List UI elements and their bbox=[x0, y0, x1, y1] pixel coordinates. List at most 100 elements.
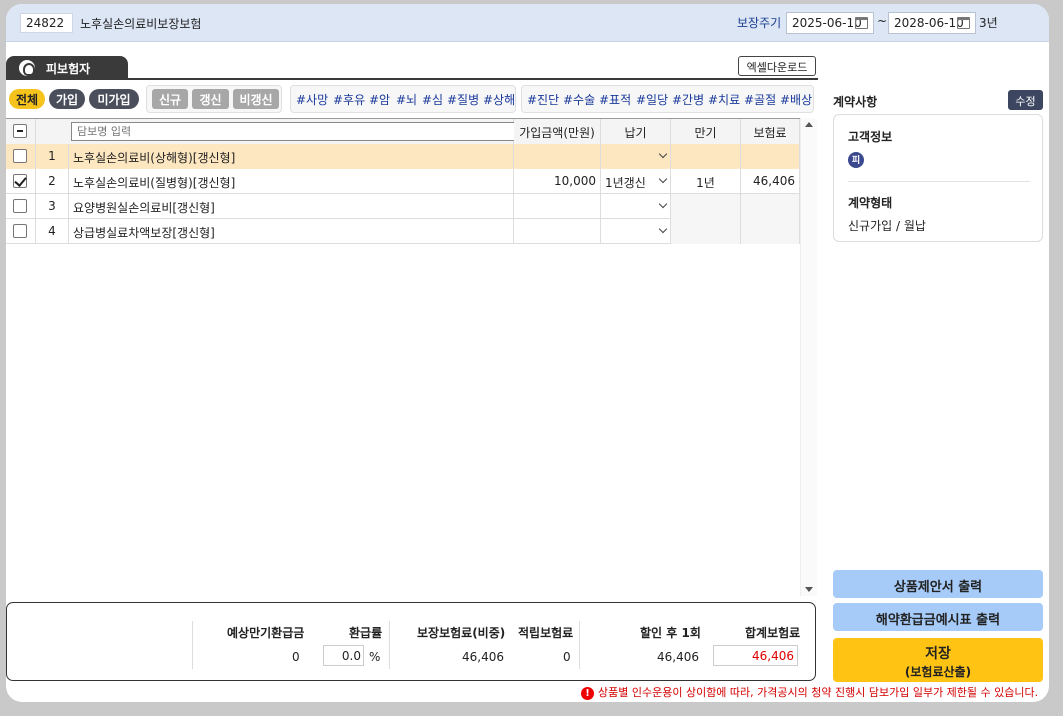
filter-nonrenew-button[interactable]: 비갱신 bbox=[233, 89, 279, 109]
refund-rate-field[interactable]: 0.0 bbox=[323, 645, 364, 666]
row-checkbox[interactable] bbox=[13, 224, 27, 238]
refund-table-print-button[interactable]: 해약환급금예시표 출력 bbox=[833, 603, 1043, 631]
excel-download-button[interactable]: 엑셀다운로드 bbox=[738, 56, 816, 76]
divider bbox=[389, 621, 390, 669]
amount-field[interactable] bbox=[514, 194, 601, 219]
premium-value bbox=[741, 144, 800, 169]
filter-joined-pill[interactable]: 가입 bbox=[49, 89, 85, 109]
savings-premium-label: 적립보험료 bbox=[518, 626, 574, 640]
chevron-down-icon[interactable] bbox=[658, 199, 668, 209]
proposal-print-button[interactable]: 상품제안서 출력 bbox=[833, 570, 1043, 598]
filter-all-pill[interactable]: 전체 bbox=[9, 89, 45, 109]
term-select[interactable] bbox=[601, 219, 671, 244]
chevron-down-icon[interactable] bbox=[658, 149, 668, 159]
coverage-period-label: 보장주기 bbox=[737, 16, 782, 30]
coverage-premium-value: 46,406 bbox=[462, 650, 504, 664]
coverage-name: 노후실손의료비(상해형)[갱신형] bbox=[69, 144, 514, 169]
tab-underline bbox=[6, 78, 818, 80]
calendar-icon[interactable] bbox=[855, 17, 868, 29]
coverage-name: 노후실손의료비(질병형)[갱신형] bbox=[69, 169, 514, 194]
maturity-value: 1년 bbox=[671, 169, 741, 194]
term-select[interactable] bbox=[601, 144, 671, 169]
scroll-up-icon[interactable] bbox=[805, 122, 813, 127]
refund-rate-label: 환급률 bbox=[349, 626, 383, 640]
table-row[interactable]: 2 노후실손의료비(질병형)[갱신형] 10,000 1년갱신 1년 46,40… bbox=[6, 169, 800, 194]
expected-refund-value: 0 bbox=[292, 650, 300, 664]
filter-renew-button[interactable]: 갱신 bbox=[192, 89, 229, 109]
save-button-sublabel: (보험료산출) bbox=[904, 665, 972, 679]
tag-death[interactable]: #사망 bbox=[296, 91, 328, 108]
tag-liability[interactable]: #배상 bbox=[780, 91, 812, 108]
divider bbox=[192, 621, 193, 669]
alert-icon: ! bbox=[581, 687, 594, 700]
savings-premium-value: 0 bbox=[563, 650, 571, 664]
date-separator: ~ bbox=[877, 14, 888, 28]
discount-first-value: 46,406 bbox=[657, 650, 699, 664]
product-code-field[interactable]: 24822 bbox=[20, 13, 73, 33]
tag-targeted[interactable]: #표적 bbox=[599, 91, 631, 108]
edit-button[interactable]: 수정 bbox=[1008, 90, 1043, 110]
coverage-name: 요양병원실손의료비[갱신형] bbox=[69, 194, 514, 219]
table-header-row: 가입금액(만원) 납기 만기 보험료 bbox=[6, 119, 800, 144]
row-checkbox[interactable] bbox=[13, 149, 27, 163]
term-select[interactable] bbox=[601, 194, 671, 219]
tag-injury[interactable]: #상해 bbox=[483, 91, 515, 108]
amount-field[interactable] bbox=[514, 219, 601, 244]
row-checkbox[interactable] bbox=[13, 174, 27, 188]
save-button[interactable]: 저장 (보험료산출) bbox=[833, 638, 1043, 682]
filter-not-joined-pill[interactable]: 미가입 bbox=[89, 89, 139, 109]
col-term: 납기 bbox=[601, 119, 671, 144]
start-date-field[interactable]: 2025-06-10 bbox=[786, 12, 874, 34]
col-amount: 가입금액(만원) bbox=[514, 119, 601, 144]
tag-daily[interactable]: #일당 bbox=[636, 91, 668, 108]
row-checkbox[interactable] bbox=[13, 199, 27, 213]
tag-heart[interactable]: #심 bbox=[422, 91, 443, 108]
premium-value bbox=[741, 194, 800, 219]
tab-insured[interactable]: 피보험자 bbox=[6, 56, 128, 79]
end-date-value: 2028-06-10 bbox=[894, 16, 964, 30]
customer-info-label: 고객정보 bbox=[848, 130, 893, 144]
tag-brain[interactable]: #뇌 bbox=[396, 91, 417, 108]
coverage-premium-label: 보장보험료(비중) bbox=[417, 626, 506, 640]
term-select[interactable]: 1년갱신 bbox=[601, 169, 671, 194]
divider bbox=[579, 621, 580, 669]
tag-surgery[interactable]: #수술 bbox=[563, 91, 595, 108]
row-number: 3 bbox=[36, 194, 69, 219]
tag-treatment[interactable]: #치료 bbox=[708, 91, 740, 108]
search-cell bbox=[36, 119, 538, 144]
end-date-field[interactable]: 2028-06-10 bbox=[888, 12, 976, 34]
divider bbox=[848, 181, 1030, 182]
select-all-checkbox[interactable] bbox=[13, 124, 27, 138]
table-row[interactable]: 4 상급병실료차액보장[갱신형] bbox=[6, 219, 800, 244]
term-value: 1년갱신 bbox=[605, 176, 646, 190]
chevron-down-icon[interactable] bbox=[658, 174, 668, 184]
table-row[interactable]: 1 노후실손의료비(상해형)[갱신형] bbox=[6, 144, 800, 169]
row-number: 1 bbox=[36, 144, 69, 169]
amount-field[interactable]: 10,000 bbox=[514, 169, 601, 194]
warning-text: 상품별 인수운용이 상이함에 따라, 가격공시의 청약 진행시 담보가입 일부가… bbox=[598, 686, 1039, 699]
amount-field[interactable] bbox=[514, 144, 601, 169]
percent-sign: % bbox=[369, 650, 381, 664]
maturity-value bbox=[671, 144, 741, 169]
table-scrollbar[interactable] bbox=[800, 118, 817, 596]
tag-disease[interactable]: #질병 bbox=[447, 91, 479, 108]
total-premium-label: 합계보험료 bbox=[745, 626, 801, 640]
calendar-icon[interactable] bbox=[957, 17, 970, 29]
app-frame: 24822 노후실손의료비보장보험 보장주기 2025-06-10 ~ 2028… bbox=[6, 4, 1049, 702]
tag-aftereffect[interactable]: #후유 bbox=[333, 91, 365, 108]
contract-details-title: 계약사항 bbox=[833, 95, 878, 109]
coverage-search-input[interactable] bbox=[71, 122, 538, 141]
tag-diagnosis[interactable]: #진단 bbox=[527, 91, 559, 108]
insured-badge[interactable]: 피 bbox=[848, 152, 864, 168]
filter-new-button[interactable]: 신규 bbox=[152, 89, 188, 109]
col-premium: 보험료 bbox=[741, 119, 800, 144]
chevron-down-icon[interactable] bbox=[658, 224, 668, 234]
contract-type-label: 계약형태 bbox=[848, 196, 893, 210]
scroll-down-icon[interactable] bbox=[805, 587, 813, 592]
tag-nursing[interactable]: #간병 bbox=[672, 91, 704, 108]
maturity-value bbox=[671, 219, 741, 244]
tag-cancer[interactable]: #암 bbox=[369, 91, 390, 108]
table-row[interactable]: 3 요양병원실손의료비[갱신형] bbox=[6, 194, 800, 219]
coverage-table: 가입금액(만원) 납기 만기 보험료 1 노후실손의료비(상해형)[갱신형] 2… bbox=[6, 118, 800, 244]
tag-fracture[interactable]: #골절 bbox=[744, 91, 776, 108]
